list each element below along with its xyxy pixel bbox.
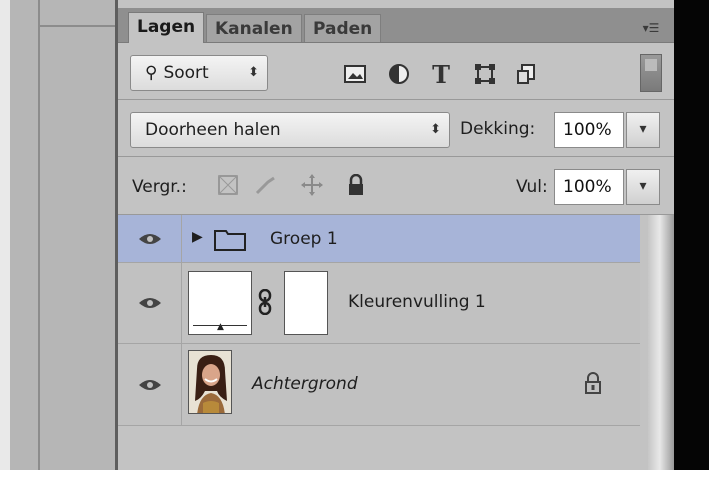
image-margin [0,470,709,488]
panel-tabbar: Lagen Kanalen Paden ▾☰ [118,8,674,43]
layer-mask-thumbnail[interactable] [284,271,328,335]
select-arrows-icon: ⬍ [248,65,259,80]
panel-menu-icon[interactable]: ▾☰ [638,20,664,36]
link-chain-icon[interactable] [258,288,272,319]
lock-image-pixels-icon[interactable] [252,171,280,199]
fill-input[interactable]: 100% [554,169,624,205]
lock-row: Vergr.: Vul: 100% ▾ [118,157,674,215]
canvas-border-horizontal [40,25,118,27]
opacity-input[interactable]: 100% [554,112,624,148]
blend-mode-label: Doorheen halen [145,120,281,140]
folder-icon [214,227,246,255]
layers-list: ▶ Groep 1 ▲ Kleurenvulling 1 Achtergrond [118,215,648,470]
smart-object-filter-icon[interactable] [514,61,540,87]
adjustment-filter-icon[interactable] [386,61,412,87]
eye-icon [138,233,161,244]
layer-name[interactable]: Groep 1 [270,229,338,249]
tab-lagen[interactable]: Lagen [128,12,205,43]
layers-panel: Lagen Kanalen Paden ▾☰ ⚲ Soort ⬍ T Doorhe… [118,0,674,470]
filter-toggle-switch[interactable] [640,54,662,92]
layer-row-group[interactable]: ▶ Groep 1 [118,215,640,263]
portrait-thumbnail[interactable] [188,350,232,414]
opacity-dropdown-button[interactable]: ▾ [626,112,660,148]
canvas-border-vertical [38,0,40,470]
lock-icon[interactable] [584,372,602,398]
lock-label: Vergr.: [132,177,187,197]
layer-row-background[interactable]: Achtergrond [118,344,640,426]
type-filter-icon[interactable]: T [428,60,454,89]
opacity-label: Dekking: [460,119,536,139]
eye-icon [138,298,161,308]
eye-icon [138,379,161,390]
lock-transparency-icon[interactable] [214,171,242,199]
lock-position-icon[interactable] [298,171,326,199]
visibility-toggle[interactable] [118,215,182,262]
pixel-filter-icon[interactable] [342,61,368,87]
lock-all-icon[interactable] [342,171,370,199]
fill-indicator-icon: ▲ [217,322,224,332]
tab-kanalen[interactable]: Kanalen [206,14,302,42]
portrait-image [189,351,231,413]
fill-dropdown-button[interactable]: ▾ [626,169,660,205]
screen-edge [674,0,709,470]
canvas-area [0,0,118,470]
tab-paden[interactable]: Paden [304,14,382,42]
filter-row: ⚲ Soort ⬍ T [118,43,674,100]
fill-label: Vul: [516,177,548,197]
blend-mode-select[interactable]: Doorheen halen ⬍ [130,112,450,148]
select-arrows-icon: ⬍ [430,122,441,137]
fill-thumbnail[interactable]: ▲ [188,271,252,335]
visibility-toggle[interactable] [118,344,182,425]
shape-filter-icon[interactable] [472,61,498,87]
panel-scroll-edge [648,215,674,470]
expand-triangle-icon[interactable]: ▶ [192,229,203,245]
filter-kind-select[interactable]: ⚲ Soort ⬍ [130,55,268,91]
layer-name[interactable]: Achtergrond [252,374,358,394]
blend-row: Doorheen halen ⬍ Dekking: 100% ▾ [118,100,674,157]
layer-name[interactable]: Kleurenvulling 1 [348,292,486,312]
window-edge [0,0,10,470]
filter-kind-label: Soort [163,63,209,83]
layer-row-fill[interactable]: ▲ Kleurenvulling 1 [118,263,640,344]
visibility-toggle[interactable] [118,263,182,343]
search-icon: ⚲ [145,63,158,83]
